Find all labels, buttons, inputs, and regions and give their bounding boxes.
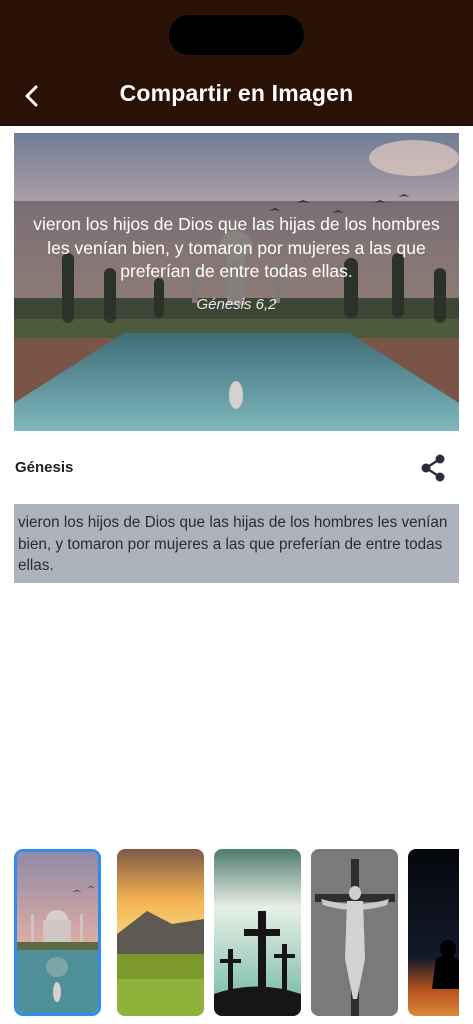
sunset-meadow-image — [117, 849, 204, 1016]
book-title: Génesis — [15, 459, 74, 476]
background-thumb-taj-mahal[interactable] — [14, 849, 101, 1016]
background-picker — [14, 849, 459, 1017]
page-title: Compartir en Imagen — [119, 80, 354, 106]
verse-image-preview: vieron los hijos de Dios que las hijas d… — [14, 133, 459, 431]
background-thumb-silhouette-night[interactable] — [408, 849, 459, 1016]
share-icon — [421, 454, 445, 482]
background-thumb-crucifix[interactable] — [311, 849, 398, 1016]
crucifix-image — [311, 849, 398, 1016]
verse-text-box[interactable]: vieron los hijos de Dios que las hijas d… — [14, 504, 459, 583]
silhouette-night-image — [408, 849, 459, 1016]
crosses-hill-image — [214, 849, 301, 1016]
taj-mahal-image — [17, 852, 98, 1013]
app-header: Compartir en Imagen — [0, 0, 473, 126]
preview-verse-text: vieron los hijos de Dios que las hijas d… — [33, 214, 440, 281]
background-thumb-sunset-meadow[interactable] — [117, 849, 204, 1016]
device-notch — [169, 15, 304, 55]
preview-verse-reference: Génesis 6,2 — [196, 296, 277, 313]
share-button[interactable] — [417, 452, 449, 484]
background-thumb-crosses-hill[interactable] — [214, 849, 301, 1016]
